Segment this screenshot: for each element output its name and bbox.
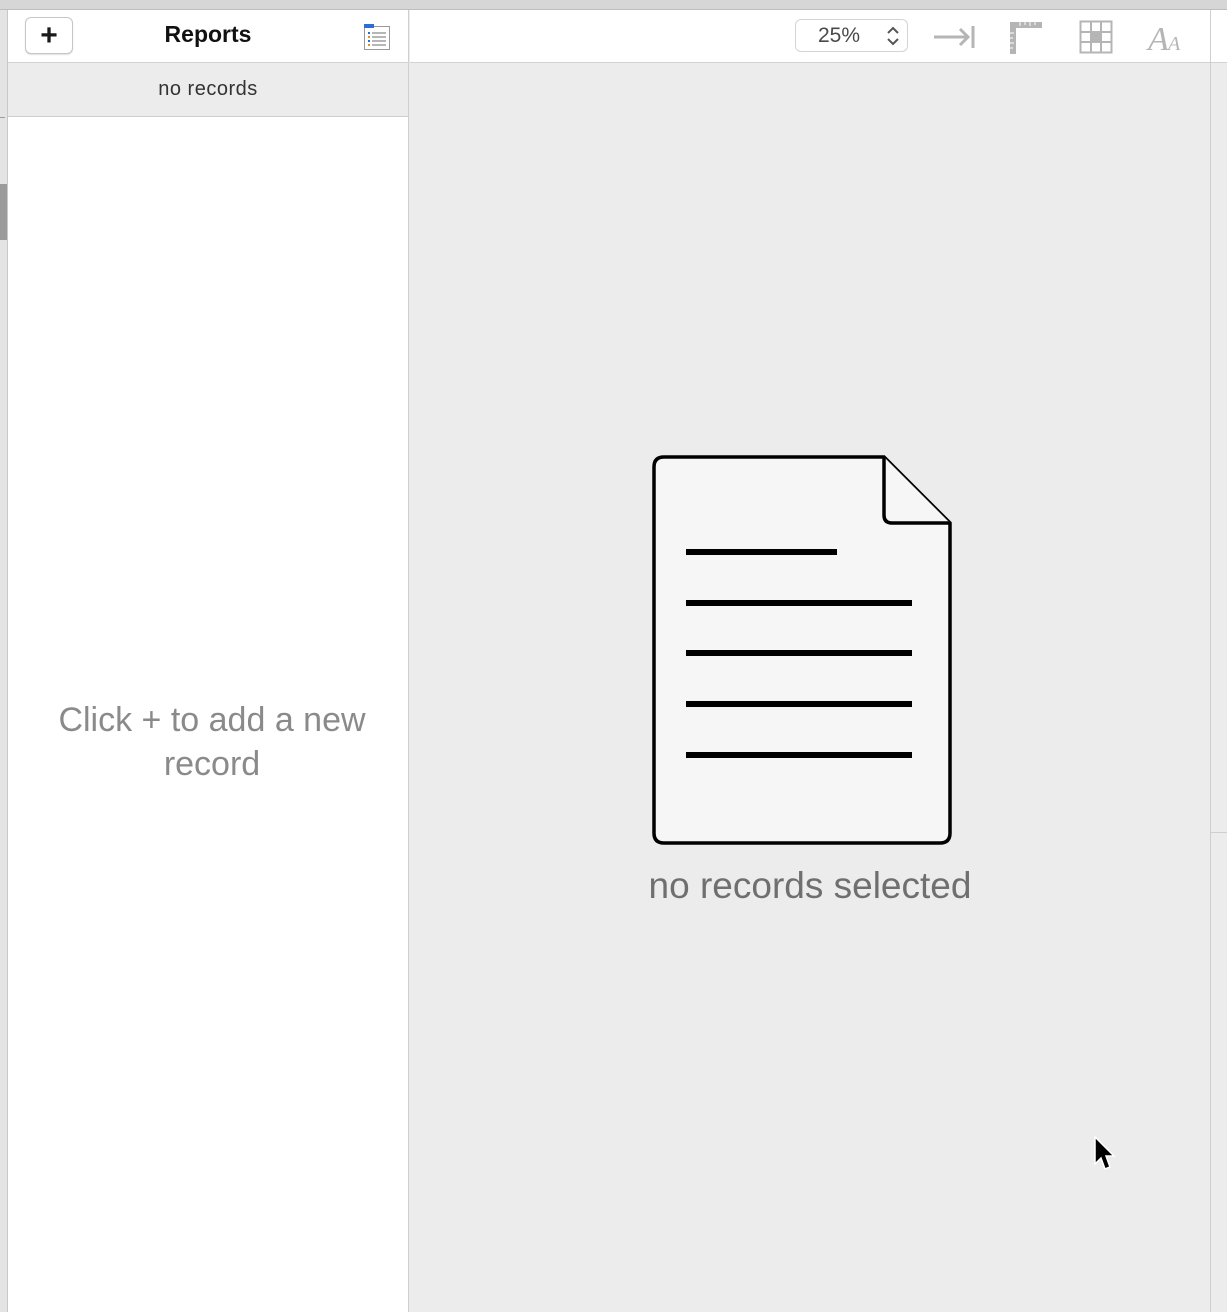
zoom-value[interactable]: 25% [796, 20, 882, 51]
document-icon [652, 455, 954, 845]
right-strip-divider [1211, 832, 1227, 833]
main-toolbar: 25% A A [410, 10, 1210, 63]
svg-text:A: A [1166, 33, 1181, 55]
font-icon[interactable]: A A [1142, 18, 1190, 58]
list-icon[interactable] [363, 23, 391, 51]
svg-text:A: A [1146, 21, 1169, 56]
no-selection-message: no records selected [648, 865, 972, 906]
empty-list-hint: Click + to add a new record [58, 701, 366, 783]
window-top-edge [0, 0, 1227, 10]
sidebar-title: Reports [164, 21, 252, 47]
sidebar-toolbar: + Reports [8, 10, 408, 63]
grid-icon[interactable] [1072, 18, 1120, 56]
arrow-to-bar-icon[interactable] [930, 18, 978, 56]
strip-tick [0, 117, 5, 118]
left-edge-strip [0, 10, 8, 1312]
records-count-header: no records [8, 63, 408, 117]
right-strip-top [1211, 10, 1227, 63]
sidebar: + Reports no records Click + to add a ne… [8, 10, 409, 1312]
cursor-icon [1093, 1135, 1117, 1172]
left-scrollbar-thumb[interactable] [0, 184, 7, 240]
ruler-icon[interactable] [1002, 18, 1050, 56]
main-panel: 25% A A no records selected [410, 10, 1210, 1312]
right-edge-strip [1210, 10, 1227, 1312]
zoom-stepper[interactable]: 25% [795, 19, 908, 52]
add-record-button[interactable]: + [25, 17, 73, 54]
chevron-up-down-icon[interactable] [884, 24, 902, 48]
